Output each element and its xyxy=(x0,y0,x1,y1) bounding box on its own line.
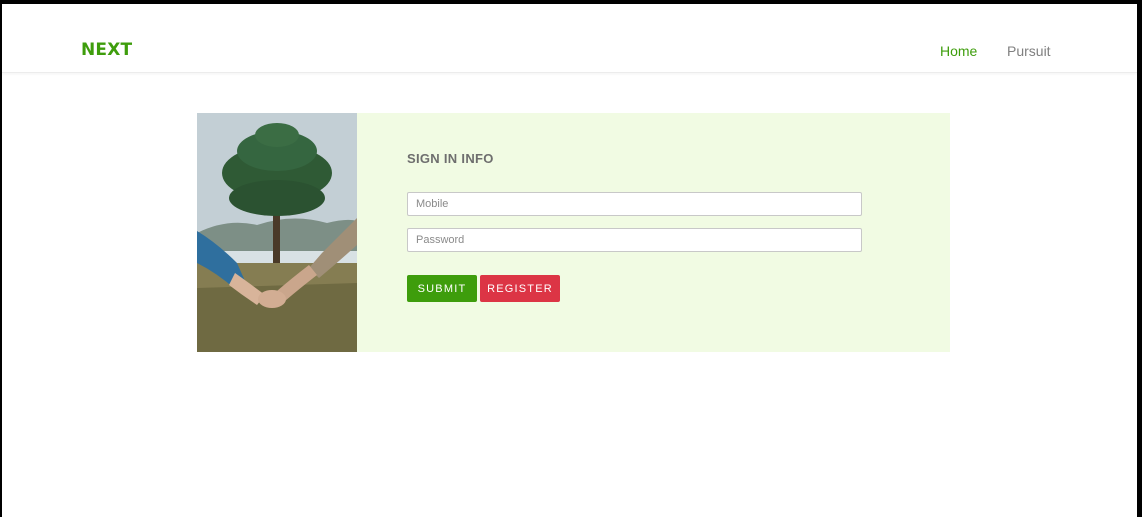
navbar: NEXT Home Pursuit xyxy=(2,4,1137,73)
signin-photo xyxy=(197,113,357,352)
signin-card: SIGN IN INFO SUBMIT REGISTER xyxy=(197,113,950,352)
nav-link-home[interactable]: Home xyxy=(940,44,977,58)
mobile-input[interactable] xyxy=(407,192,862,216)
tree-photo-illustration xyxy=(197,113,357,352)
browser-viewport: NEXT Home Pursuit SIGN IN INFO Mobile SU… xyxy=(2,4,1137,517)
register-button[interactable]: REGISTER xyxy=(480,275,560,302)
brand-logo[interactable]: NEXT xyxy=(81,42,132,59)
submit-button[interactable]: SUBMIT xyxy=(407,275,477,302)
signin-title: SIGN IN INFO xyxy=(407,151,494,166)
password-input[interactable] xyxy=(407,228,862,252)
nav-link-pursuit[interactable]: Pursuit xyxy=(1007,44,1051,58)
